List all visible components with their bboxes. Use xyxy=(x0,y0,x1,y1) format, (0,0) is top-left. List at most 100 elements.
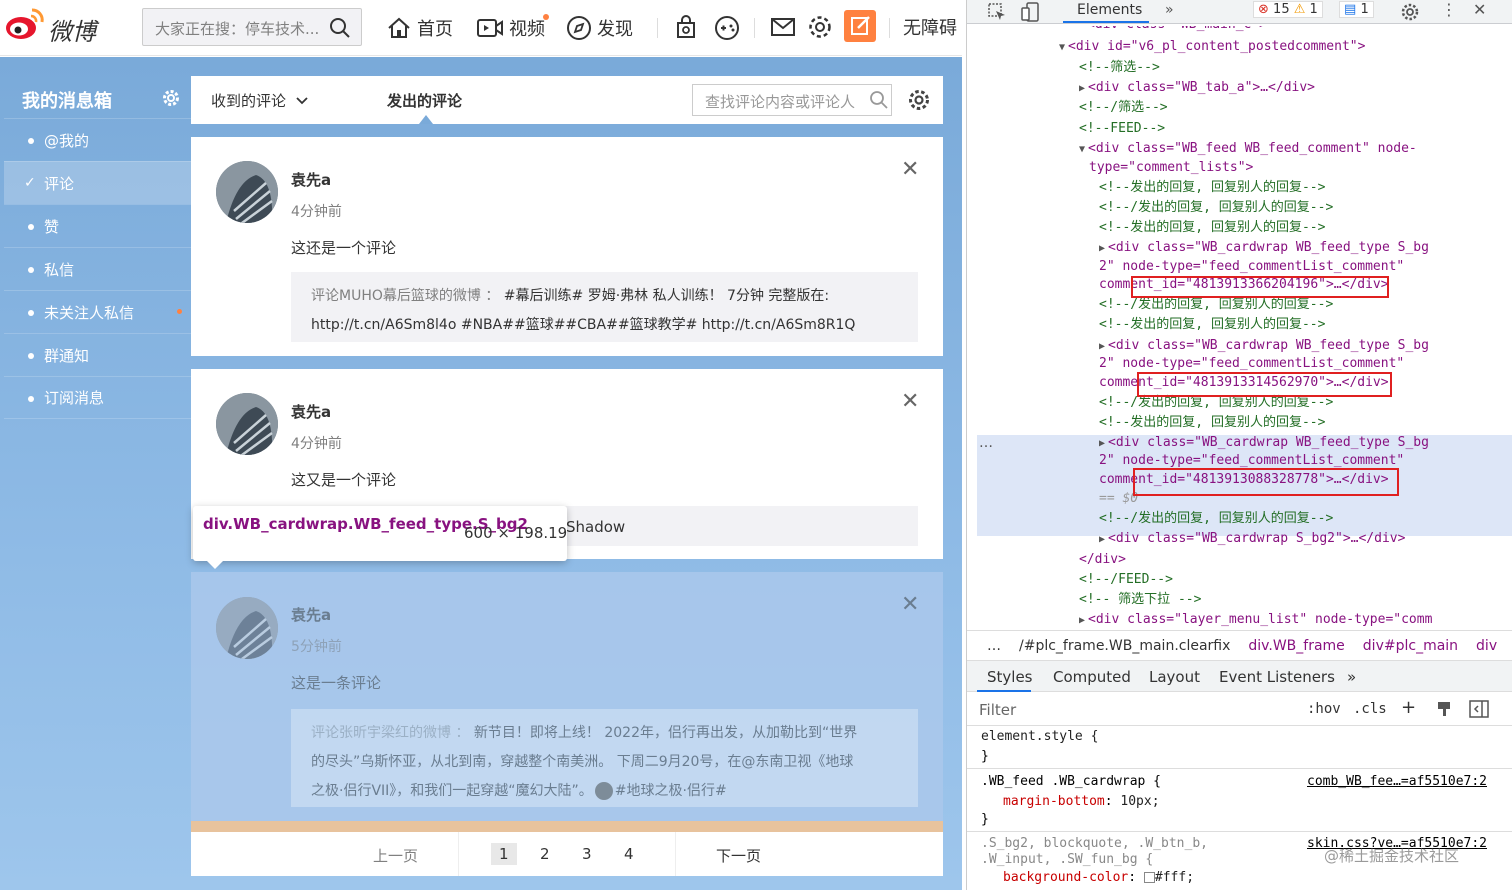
rule-property[interactable]: background-color: #fff; xyxy=(1003,869,1194,887)
toggle-sidebar-icon[interactable] xyxy=(1469,700,1489,718)
search-icon[interactable] xyxy=(869,90,889,110)
close-icon[interactable]: ✕ xyxy=(901,391,919,413)
tab-computed[interactable]: Computed xyxy=(1053,668,1131,686)
dom-line[interactable]: <!--/发出的回复, 回复别人的回复--> xyxy=(1099,296,1333,314)
prev-page-button[interactable]: 上一页 xyxy=(373,845,418,866)
sidebar-item-subscriptions[interactable]: 订阅消息 xyxy=(4,376,191,419)
compose-post-button[interactable] xyxy=(844,10,876,42)
page-1-button[interactable]: 1 xyxy=(491,843,517,865)
dom-line[interactable]: ▶ <div class="WB_cardwrap S_bg2">…</div> xyxy=(1099,530,1405,549)
dom-line[interactable]: <!-- 筛选下拉 --> xyxy=(1079,591,1201,609)
filter-settings-icon[interactable] xyxy=(907,88,931,112)
rule-selector[interactable]: .WB_feed .WB_cardwrap { xyxy=(981,773,1161,791)
dom-line[interactable]: ▶ <div class="WB_cardwrap WB_feed_type S_… xyxy=(1099,239,1429,258)
avatar[interactable] xyxy=(216,393,278,455)
tab-styles[interactable]: Styles xyxy=(987,668,1033,686)
dom-line[interactable]: <!--/发出的回复, 回复别人的回复--> xyxy=(1099,199,1333,217)
avatar[interactable] xyxy=(216,161,278,223)
dom-node-menu-icon[interactable]: … xyxy=(979,435,993,451)
nav-video[interactable]: 视频 xyxy=(476,14,545,42)
dom-line[interactable]: ▼ <div class="WB_feed WB_feed_comment" no… xyxy=(1079,140,1417,159)
commenter-name[interactable]: 袁先a xyxy=(291,604,331,625)
weibo-logo-icon[interactable] xyxy=(4,6,46,42)
dom-line[interactable]: </div> xyxy=(1079,551,1126,569)
breadcrumb-item[interactable]: … xyxy=(987,638,1001,654)
expand-triangle-icon[interactable]: ▶ xyxy=(1099,341,1105,352)
comment-search-input[interactable]: 查找评论内容或评论人 xyxy=(692,84,892,116)
weibo-logo-text[interactable]: 微博 xyxy=(48,12,96,47)
inspect-element-icon[interactable] xyxy=(987,2,1007,22)
more-tabs-icon[interactable]: » xyxy=(1347,668,1356,686)
paint-brush-icon[interactable] xyxy=(1435,700,1453,718)
sidebar-item-group-notices[interactable]: 群通知 xyxy=(4,333,191,376)
kebab-menu-icon[interactable]: ⋮ xyxy=(1441,0,1457,19)
dom-line[interactable]: ▶ <div class="layer_menu_list" node-type=… xyxy=(1079,611,1432,630)
dom-line[interactable]: <!--发出的回复, 回复别人的回复--> xyxy=(1099,414,1325,432)
expand-triangle-icon[interactable]: ▶ xyxy=(1099,243,1105,254)
hov-toggle[interactable]: :hov xyxy=(1307,701,1341,717)
topic-tag[interactable]: #地球之极·侣行# xyxy=(615,783,727,799)
styles-filter-input[interactable]: Filter xyxy=(979,701,1016,719)
dom-line[interactable]: <!--发出的回复, 回复别人的回复--> xyxy=(1099,219,1325,237)
commenter-name[interactable]: 袁先a xyxy=(291,401,331,422)
settings-gear-icon[interactable] xyxy=(806,13,834,41)
search-icon[interactable] xyxy=(329,17,351,39)
page-2-button[interactable]: 2 xyxy=(540,845,550,863)
dom-line[interactable]: ▶ <div class="WB_cardwrap WB_feed_type S_… xyxy=(1099,337,1429,356)
nav-home[interactable]: 首页 xyxy=(386,14,453,42)
dom-line[interactable]: ▼ <div id="v6_pl_content_postedcomment"> xyxy=(1059,38,1365,57)
dom-line[interactable]: type="comment_lists"> xyxy=(1089,159,1253,177)
sidebar-item-mentions[interactable]: @我的 xyxy=(4,118,191,161)
new-rule-icon[interactable]: + xyxy=(1401,697,1416,718)
rule-source-link[interactable]: comb_WB_fee…=af5510e7:2 xyxy=(1307,773,1487,791)
collapse-triangle-icon[interactable]: ▼ xyxy=(1079,144,1085,155)
dom-line[interactable]: <!--/发出的回复, 回复别人的回复--> xyxy=(1099,510,1333,528)
shopping-bag-icon[interactable] xyxy=(672,13,700,41)
page-3-button[interactable]: 3 xyxy=(582,845,592,863)
close-icon[interactable]: ✕ xyxy=(1473,0,1486,19)
breadcrumb-item[interactable]: div#plc_main xyxy=(1363,638,1458,654)
cls-toggle[interactable]: .cls xyxy=(1353,701,1387,717)
dom-line[interactable]: <!--发出的回复, 回复别人的回复--> xyxy=(1099,179,1325,197)
tab-elements[interactable]: Elements xyxy=(1077,2,1142,18)
dom-line[interactable]: <!--/筛选--> xyxy=(1079,99,1168,117)
rule-selector[interactable]: .W_input, .SW_fun_bg { xyxy=(981,851,1153,869)
mail-icon[interactable] xyxy=(769,13,797,41)
sidebar-item-comments[interactable]: ✓ 评论 xyxy=(4,161,191,204)
quoted-post[interactable]: 评论MUHO幕后篮球的微博 ： #幕后训练# 罗姆·弗林 私人训练！ 7分钟 完… xyxy=(291,272,918,342)
more-tabs-icon[interactable]: » xyxy=(1165,2,1174,18)
dom-line[interactable]: <!--/FEED--> xyxy=(1079,571,1173,589)
dom-line[interactable]: <!--筛选--> xyxy=(1079,59,1160,77)
page-4-button[interactable]: 4 xyxy=(624,845,634,863)
expand-triangle-icon[interactable]: ▶ xyxy=(1099,438,1105,449)
global-search-input[interactable]: 大家正在搜：停车技术... xyxy=(142,8,362,46)
tab-received-comments[interactable]: 收到的评论 xyxy=(211,90,310,111)
rule-property[interactable]: margin-bottom: 10px; xyxy=(1003,793,1160,811)
expand-triangle-icon[interactable]: ▶ xyxy=(1099,534,1105,545)
dom-line[interactable]: 2" node-type="feed_commentList_comment" xyxy=(1099,355,1404,373)
breadcrumb-item[interactable]: div xyxy=(1476,638,1497,654)
quoted-post[interactable]: 评论张昕宇梁红的微博 ： 新节目！即将上线！ 2022年，侣行再出发，从加勒比到… xyxy=(291,709,918,807)
sidebar-item-likes[interactable]: 赞 xyxy=(4,204,191,247)
sidebar-item-stranger-messages[interactable]: 未关注人私信 xyxy=(4,290,191,333)
dom-line[interactable]: ▶ <div class="WB_cardwrap WB_feed_type S_… xyxy=(1099,434,1429,453)
sidebar-item-messages[interactable]: 私信 xyxy=(4,247,191,290)
dom-line[interactable]: <!--发出的回复, 回复别人的回复--> xyxy=(1099,316,1325,334)
commenter-name[interactable]: 袁先a xyxy=(291,169,331,190)
device-toolbar-icon[interactable] xyxy=(1021,2,1041,22)
settings-gear-icon[interactable] xyxy=(1400,2,1420,22)
expand-triangle-icon[interactable]: ▶ xyxy=(1079,83,1085,94)
sidebar-settings-icon[interactable] xyxy=(162,89,180,107)
close-icon[interactable]: ✕ xyxy=(901,159,919,181)
dom-line[interactable]: ▶ <div class="WB_tab_a">…</div> xyxy=(1079,79,1315,98)
message-counter[interactable]: ▤ 1 xyxy=(1339,1,1374,18)
dom-line[interactable]: 2" node-type="feed_commentList_comment" xyxy=(1099,258,1404,276)
tab-layout[interactable]: Layout xyxy=(1149,668,1200,686)
dom-line[interactable]: <!--FEED--> xyxy=(1079,120,1165,138)
game-controller-icon[interactable] xyxy=(713,13,741,41)
avatar[interactable] xyxy=(216,597,278,659)
breadcrumb-item[interactable]: div.WB_frame xyxy=(1248,638,1344,654)
accessibility-link[interactable]: 无障碍 xyxy=(903,14,957,40)
close-icon[interactable]: ✕ xyxy=(901,594,919,616)
nav-discover[interactable]: 发现 xyxy=(566,14,633,42)
